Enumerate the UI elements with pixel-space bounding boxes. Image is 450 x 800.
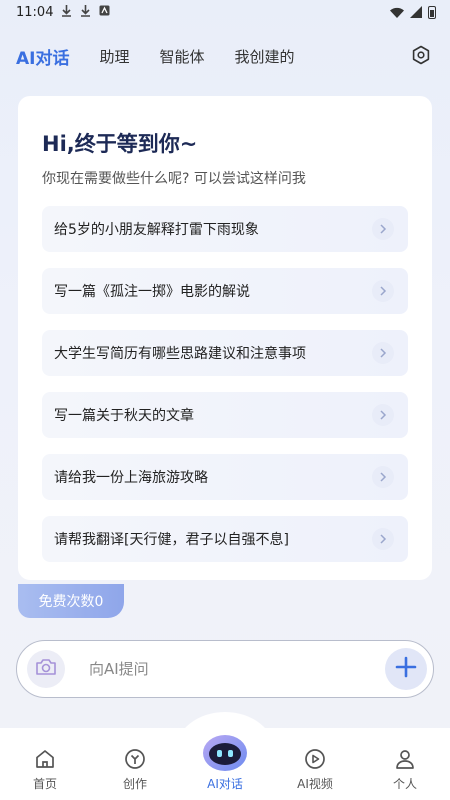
plus-icon (395, 656, 417, 682)
nav-create[interactable]: 创作 (100, 747, 170, 792)
suggestion-item[interactable]: 写一篇《孤注一掷》电影的解说 (42, 268, 408, 314)
chevron-right-icon (372, 528, 394, 550)
suggestion-text: 写一篇关于秋天的文章 (54, 408, 194, 424)
suggestion-item[interactable]: 请帮我翻译[天行健，君子以自强不息] (42, 516, 408, 562)
wifi-icon (390, 7, 404, 18)
nav-ai-chat[interactable]: AI对话 (190, 733, 260, 792)
nav-home[interactable]: 首页 (10, 747, 80, 792)
settings-button[interactable] (410, 45, 432, 69)
nav-label: AI视频 (297, 777, 333, 791)
settings-icon (411, 45, 431, 69)
suggestion-item[interactable]: 写一篇关于秋天的文章 (42, 392, 408, 438)
nav-label: 首页 (32, 777, 57, 791)
nav-label: 个人 (392, 777, 417, 791)
suggestion-item[interactable]: 给5岁的小朋友解释打雷下雨现象 (42, 206, 408, 252)
tab-agents[interactable]: 智能体 (160, 46, 205, 67)
download-icon (61, 4, 72, 20)
nav-label: 创作 (122, 777, 147, 791)
chevron-right-icon (372, 466, 394, 488)
ask-ai-input[interactable] (89, 660, 385, 678)
suggestion-item[interactable]: 大学生写简历有哪些思路建议和注意事项 (42, 330, 408, 376)
download-icon (80, 4, 91, 20)
tab-assistant[interactable]: 助理 (99, 46, 129, 67)
suggestion-text: 给5岁的小朋友解释打雷下雨现象 (54, 222, 259, 238)
greeting-subtitle: 你现在需要做些什么呢? 可以尝试这样问我 (42, 171, 306, 187)
chevron-right-icon (372, 404, 394, 426)
suggestion-text: 请给我一份上海旅游攻略 (54, 470, 208, 486)
free-count-badge: 免费次数0 (18, 584, 124, 618)
nav-ai-video[interactable]: AI视频 (280, 747, 350, 792)
app-notification-icon (99, 5, 110, 19)
camera-icon (35, 658, 57, 680)
signal-icon (410, 6, 422, 18)
tab-my-created[interactable]: 我创建的 (235, 46, 295, 67)
chevron-right-icon (372, 342, 394, 364)
suggestion-item[interactable]: 请给我一份上海旅游攻略 (42, 454, 408, 500)
suggestion-text: 请帮我翻译[天行健，君子以自强不息] (54, 532, 289, 548)
create-icon (123, 747, 147, 771)
tab-ai-chat[interactable]: AI对话 (16, 44, 69, 69)
prompt-card: Hi,终于等到你~ 你现在需要做些什么呢? 可以尝试这样问我 给5岁的小朋友解释… (18, 96, 432, 580)
suggestion-text: 写一篇《孤注一掷》电影的解说 (54, 284, 250, 300)
suggestion-text: 大学生写简历有哪些思路建议和注意事项 (54, 346, 306, 362)
robot-icon (201, 733, 249, 773)
nav-profile[interactable]: 个人 (370, 747, 440, 792)
chevron-right-icon (372, 280, 394, 302)
ask-input-bar (16, 640, 434, 698)
camera-button[interactable] (27, 650, 65, 688)
suggestion-list: 给5岁的小朋友解释打雷下雨现象 写一篇《孤注一掷》电影的解说 大学生写简历有哪些… (42, 206, 408, 578)
nav-label: AI对话 (207, 777, 243, 791)
profile-icon (393, 747, 417, 771)
add-button[interactable] (385, 648, 427, 690)
video-icon (303, 747, 327, 771)
chevron-right-icon (372, 218, 394, 240)
status-bar: 11:04 (0, 0, 450, 24)
status-time: 11:04 (16, 4, 54, 20)
battery-icon (428, 5, 436, 19)
top-tabs: AI对话 助理 智能体 我创建的 (0, 38, 450, 74)
home-icon (33, 747, 57, 771)
bottom-nav: 首页 创作 AI对话 AI视频 个人 (0, 728, 450, 800)
greeting-title: Hi,终于等到你~ (42, 132, 198, 156)
